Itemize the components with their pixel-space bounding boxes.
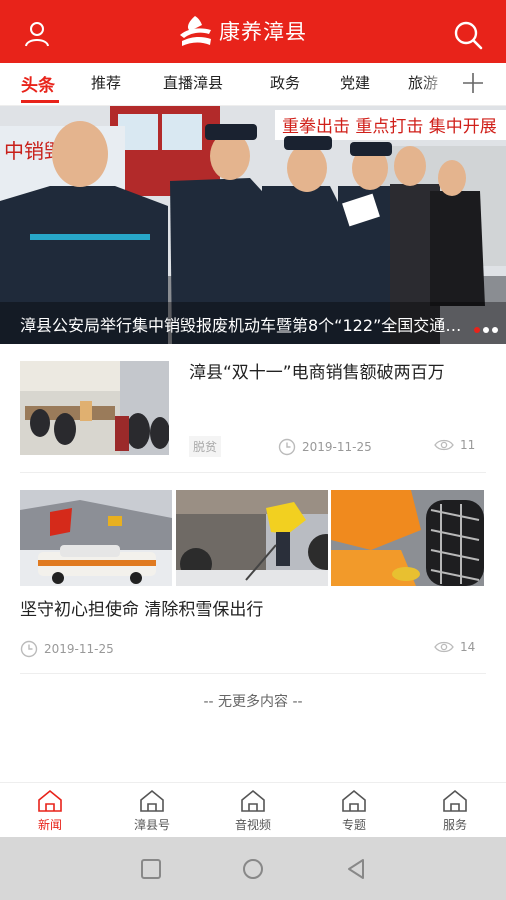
news-date-text: 2019-11-25 (302, 440, 372, 454)
chain-photo (331, 490, 484, 586)
news-title[interactable]: 漳县“双十一”电商销售额破两百万 (189, 361, 479, 386)
tab-live[interactable]: 直播漳县 (163, 72, 223, 93)
channel-tabs: 头条 推荐 直播漳县 政务 党建 旅游 (0, 63, 506, 106)
nav-media[interactable]: 音视频 (218, 789, 288, 833)
nav-label: 音视频 (234, 818, 271, 832)
nav-label: 专题 (341, 818, 366, 832)
circle-icon[interactable] (240, 856, 266, 882)
app-logo: 康养漳县 (176, 14, 307, 48)
square-icon[interactable] (138, 856, 164, 882)
home-icon (342, 789, 366, 812)
nav-services[interactable]: 服务 (420, 789, 490, 833)
home-icon (443, 789, 467, 812)
divider (20, 472, 486, 473)
carousel-dot (483, 327, 489, 333)
news-views: 14 (434, 640, 475, 654)
divider (20, 673, 486, 674)
nav-county-accounts[interactable]: 漳县号 (117, 789, 187, 833)
feed-end-text: -- 无更多内容 -- (203, 694, 303, 710)
tab-government[interactable]: 政务 (270, 72, 300, 93)
news-photo-2[interactable] (176, 490, 328, 586)
banner-photo: 中销毁 重拳出击 重点打击 集中开展 (0, 106, 506, 344)
news-thumbnail[interactable] (20, 361, 169, 455)
truck-photo (176, 490, 328, 586)
user-icon[interactable] (22, 19, 52, 49)
news-views-count: 14 (460, 640, 476, 654)
nav-label: 漳县号 (133, 818, 170, 832)
home-icon (38, 789, 62, 812)
news-title[interactable]: 坚守初心担使命 清除积雪保出行 (20, 598, 480, 623)
eye-icon (434, 439, 454, 451)
carousel-indicator (474, 327, 498, 333)
snow-car-photo (20, 490, 172, 586)
eye-icon (434, 641, 454, 653)
bottom-nav: 新闻 漳县号 音视频 专题 服务 (0, 782, 506, 838)
nav-news[interactable]: 新闻 (15, 789, 85, 833)
search-icon[interactable] (452, 19, 484, 51)
news-views-count: 11 (460, 438, 476, 452)
banner-slide[interactable]: 中销毁 重拳出击 重点打击 集中开展 (0, 106, 506, 344)
clock-icon (278, 438, 296, 456)
plus-icon[interactable] (461, 71, 485, 95)
news-date: 2019-11-25 (278, 438, 372, 456)
nav-topics[interactable]: 专题 (319, 789, 389, 833)
tabs-fade (420, 63, 450, 105)
news-date: 2019-11-25 (20, 640, 114, 658)
tab-recommend[interactable]: 推荐 (91, 72, 121, 93)
system-nav-bar (0, 837, 506, 900)
news-photo-1[interactable] (20, 490, 172, 586)
app-name: 康养漳县 (219, 20, 307, 44)
office-photo (20, 361, 169, 455)
app-header: 康养漳县 (0, 0, 506, 63)
logo-icon (180, 16, 211, 46)
news-views: 11 (434, 438, 475, 452)
home-icon (140, 789, 164, 812)
banner-slogan: 重拳出击 重点打击 集中开展 (282, 117, 497, 137)
carousel-dot (492, 327, 498, 333)
banner-caption[interactable]: 漳县公安局举行集中销毁报废机动车暨第8个“122”全国交通安全日主题宣传活动 (20, 312, 470, 336)
tab-active-indicator (21, 100, 59, 103)
home-icon (241, 789, 265, 812)
news-date-text: 2019-11-25 (44, 642, 114, 656)
nav-label: 新闻 (37, 818, 62, 832)
nav-label: 服务 (442, 818, 467, 832)
tab-party[interactable]: 党建 (340, 72, 370, 93)
triangle-icon[interactable] (343, 856, 369, 882)
carousel-dot-active (474, 327, 480, 333)
clock-icon (20, 640, 38, 658)
news-photo-3[interactable] (331, 490, 484, 586)
tab-headlines[interactable]: 头条 (21, 71, 55, 96)
news-tag: 脱贫 (189, 436, 222, 457)
